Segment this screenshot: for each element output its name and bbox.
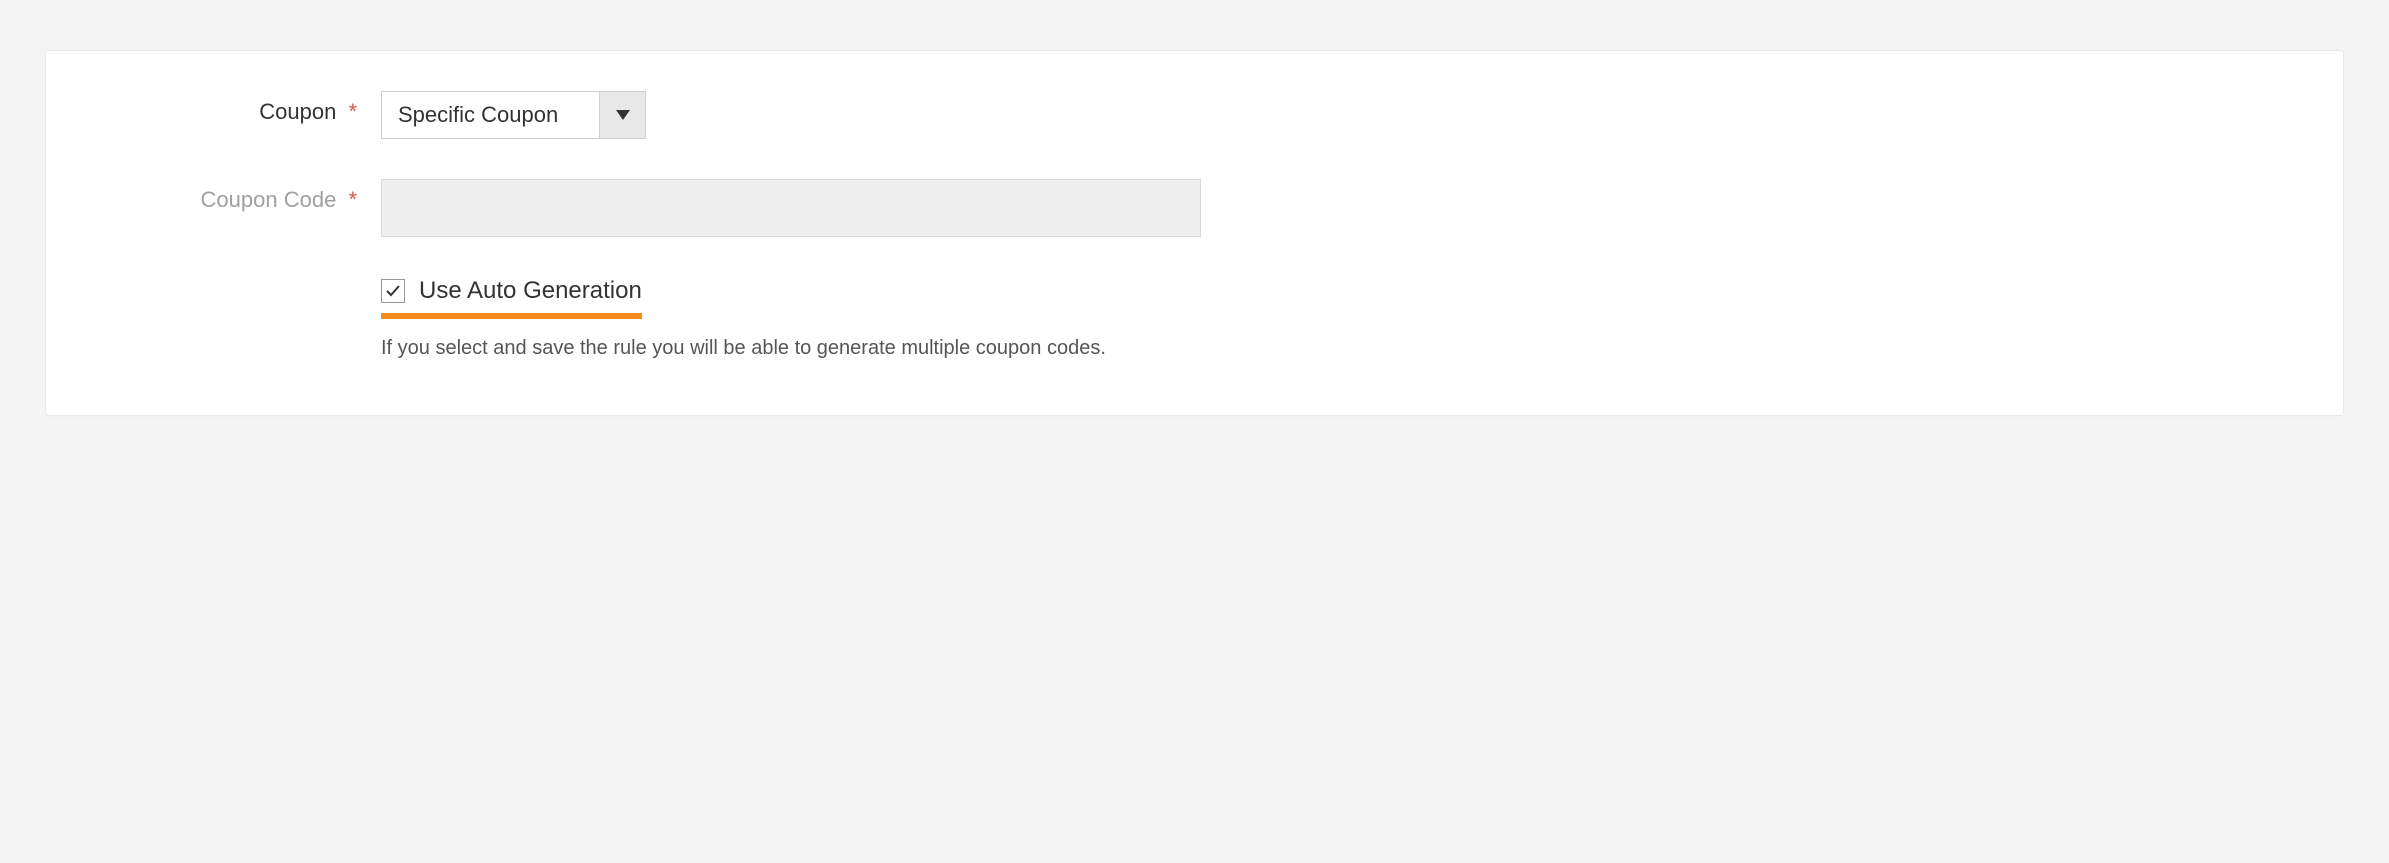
- auto-generation-help: If you select and save the rule you will…: [381, 337, 2283, 360]
- coupon-select[interactable]: Specific Coupon: [381, 91, 646, 139]
- auto-generation-label: Use Auto Generation: [419, 277, 642, 305]
- coupon-label-col: Coupon *: [106, 91, 381, 125]
- auto-generation-label-col: [106, 277, 381, 285]
- coupon-code-field-col: [381, 179, 2283, 237]
- coupon-label: Coupon: [259, 99, 336, 124]
- chevron-down-icon: [599, 92, 645, 138]
- required-mark-icon: *: [348, 99, 357, 124]
- auto-generation-checkbox[interactable]: [381, 279, 405, 303]
- coupon-row: Coupon * Specific Coupon: [106, 91, 2283, 139]
- coupon-field-col: Specific Coupon: [381, 91, 2283, 139]
- coupon-code-row: Coupon Code *: [106, 179, 2283, 237]
- coupon-code-input[interactable]: [381, 179, 1201, 237]
- coupon-select-value: Specific Coupon: [382, 92, 599, 138]
- coupon-code-label: Coupon Code: [201, 187, 337, 212]
- auto-generation-highlight: Use Auto Generation: [381, 277, 642, 319]
- form-panel: Coupon * Specific Coupon Coupon Code *: [45, 50, 2344, 416]
- coupon-code-label-col: Coupon Code *: [106, 179, 381, 213]
- required-mark-icon: *: [348, 187, 357, 212]
- auto-generation-row: Use Auto Generation If you select and sa…: [106, 277, 2283, 360]
- auto-generation-field-col: Use Auto Generation If you select and sa…: [381, 277, 2283, 360]
